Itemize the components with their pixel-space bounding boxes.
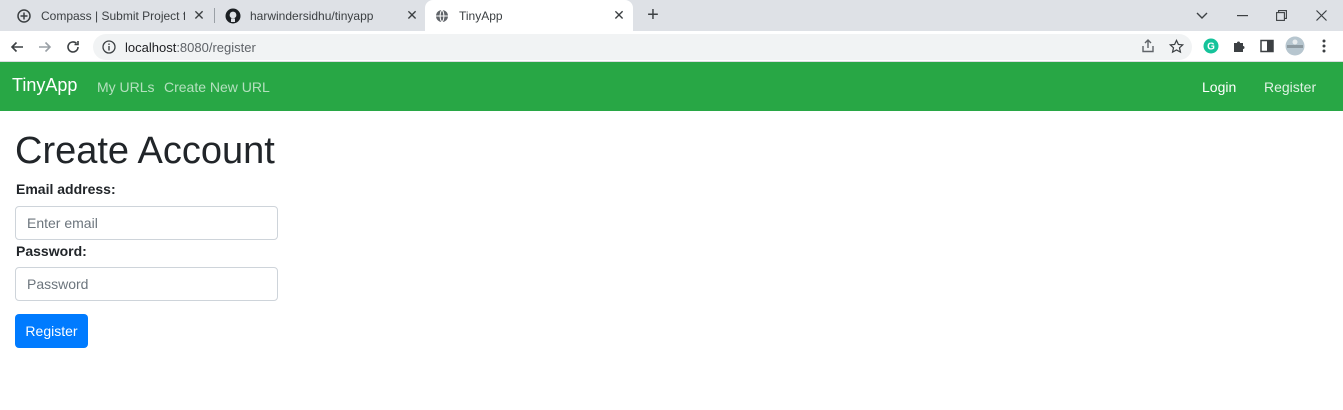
back-arrow-icon[interactable] — [7, 37, 27, 57]
svg-text:G: G — [1207, 42, 1215, 53]
browser-tab-github[interactable]: harwindersidhu/tinyapp ✕ — [218, 0, 424, 31]
side-panel-icon[interactable] — [1256, 35, 1278, 57]
info-icon[interactable] — [101, 39, 117, 55]
minimize-icon[interactable] — [1223, 0, 1261, 31]
browser-tab-tinyapp[interactable]: TinyApp ✕ — [425, 0, 633, 31]
restore-icon[interactable] — [1262, 0, 1300, 31]
share-icon[interactable] — [1137, 35, 1159, 57]
github-icon — [225, 8, 241, 24]
url-path: :8080/register — [176, 39, 256, 55]
star-icon[interactable] — [1165, 35, 1187, 57]
compass-icon — [16, 8, 32, 24]
tab-title: harwindersidhu/tinyapp — [250, 8, 374, 23]
app-navbar: TinyApp My URLs Create New URL Login Reg… — [0, 62, 1343, 111]
url-text: localhost:8080/register — [125, 40, 256, 55]
brand-link[interactable]: TinyApp — [12, 75, 77, 96]
new-tab-icon[interactable]: + — [643, 4, 663, 26]
tab-title: Compass | Submit Project for Eva — [41, 8, 185, 23]
nav-my-urls[interactable]: My URLs — [97, 79, 155, 95]
chevron-down-icon[interactable] — [1183, 0, 1221, 31]
url-host: localhost — [125, 39, 177, 55]
close-tab-icon[interactable]: ✕ — [191, 7, 207, 24]
register-button[interactable]: Register — [15, 314, 88, 348]
email-field[interactable] — [15, 206, 278, 240]
browser-tab-compass[interactable]: Compass | Submit Project for Eva ✕ — [9, 0, 211, 31]
nav-login[interactable]: Login — [1202, 79, 1236, 95]
globe-icon — [434, 8, 450, 24]
browser-tab-strip: Compass | Submit Project for Eva ✕ harwi… — [0, 0, 1343, 31]
grammarly-icon[interactable]: G — [1200, 35, 1222, 57]
address-bar[interactable]: localhost:8080/register — [93, 34, 1192, 60]
reload-icon[interactable] — [63, 37, 83, 57]
extensions-puzzle-icon[interactable] — [1228, 35, 1250, 57]
password-label: Password: — [16, 243, 87, 259]
close-tab-icon[interactable]: ✕ — [611, 7, 627, 24]
nav-register[interactable]: Register — [1264, 79, 1316, 95]
profile-avatar[interactable] — [1284, 35, 1306, 57]
nav-create-new-url[interactable]: Create New URL — [164, 79, 270, 95]
close-tab-icon[interactable]: ✕ — [404, 7, 420, 24]
close-window-icon[interactable] — [1302, 0, 1340, 31]
tab-divider — [214, 8, 215, 23]
email-label: Email address: — [16, 181, 116, 197]
kebab-menu-icon[interactable] — [1313, 35, 1335, 57]
page-title: Create Account — [15, 130, 275, 172]
forward-arrow-icon[interactable] — [35, 37, 55, 57]
tab-title: TinyApp — [459, 8, 503, 23]
browser-toolbar: localhost:8080/register G — [0, 31, 1343, 62]
password-field[interactable] — [15, 267, 278, 301]
